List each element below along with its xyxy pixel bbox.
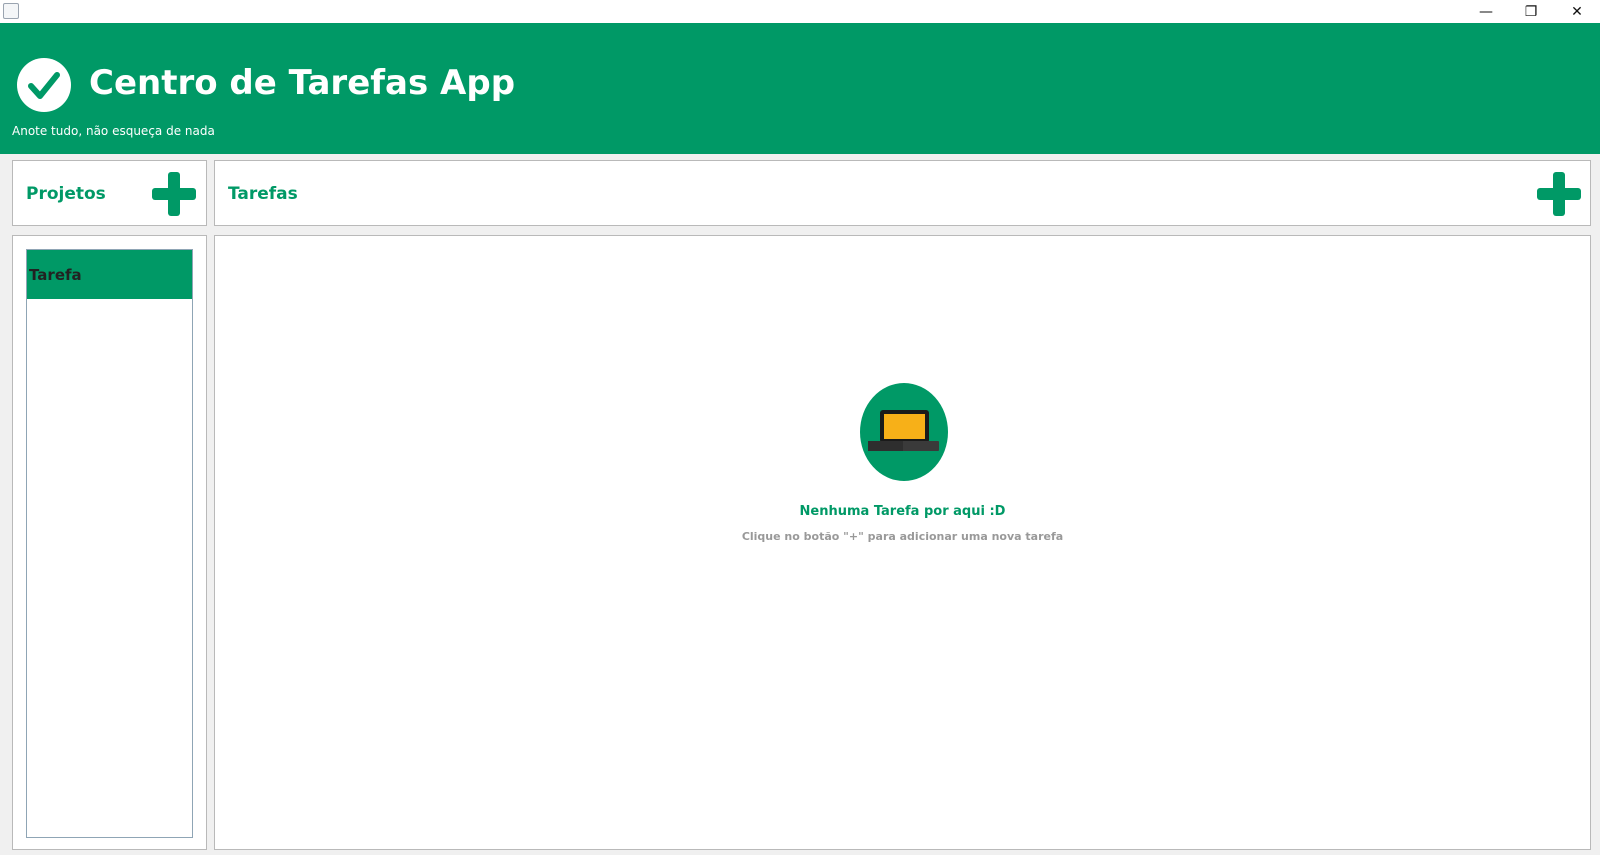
plus-icon — [1537, 172, 1581, 216]
minimize-icon: — — [1479, 3, 1493, 20]
empty-state-hint: Clique no botão "+" para adicionar uma n… — [741, 530, 1064, 543]
laptop-icon — [859, 382, 949, 482]
close-button[interactable]: ✕ — [1554, 0, 1600, 23]
add-project-button[interactable] — [150, 170, 198, 218]
project-item-label: Tarefa — [29, 265, 82, 284]
tasks-header-panel: Tarefas — [214, 160, 1591, 226]
projects-header-panel: Projetos — [12, 160, 207, 226]
maximize-button[interactable]: ❐ — [1508, 0, 1554, 23]
project-list-item[interactable]: Tarefa — [27, 250, 192, 299]
tasks-title: Tarefas — [228, 184, 298, 204]
empty-state-title: Nenhuma Tarefa por aqui :D — [799, 504, 1006, 519]
projects-list-panel: Tarefa — [12, 235, 207, 850]
check-circle-icon — [17, 58, 71, 112]
app-title: Centro de Tarefas App — [89, 63, 516, 103]
plus-icon — [152, 172, 196, 216]
java-app-icon — [3, 3, 19, 19]
window-titlebar: — ❐ ✕ — [0, 0, 1600, 23]
tasks-content-panel: Nenhuma Tarefa por aqui :D Clique no bot… — [214, 235, 1591, 850]
close-icon: ✕ — [1571, 3, 1583, 20]
app-subtitle: Anote tudo, não esqueça de nada — [12, 124, 215, 138]
project-list[interactable]: Tarefa — [26, 249, 193, 838]
minimize-button[interactable]: — — [1463, 0, 1509, 23]
restore-icon: ❐ — [1524, 3, 1538, 20]
app-header: Centro de Tarefas App Anote tudo, não es… — [0, 23, 1600, 154]
add-task-button[interactable] — [1535, 170, 1583, 218]
projects-title: Projetos — [26, 184, 106, 204]
